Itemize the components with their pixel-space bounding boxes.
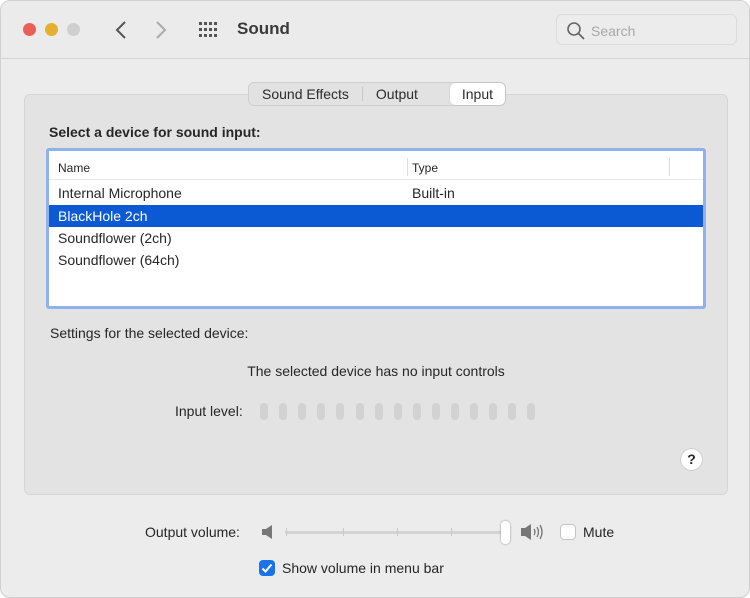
input-level-segment bbox=[393, 403, 402, 420]
device-name: Internal Microphone bbox=[58, 185, 182, 201]
input-level-segment bbox=[412, 403, 421, 420]
show-volume-checkbox[interactable] bbox=[259, 560, 275, 576]
input-level-segment bbox=[527, 403, 536, 420]
input-level-segment bbox=[317, 403, 326, 420]
volume-slider-knob[interactable] bbox=[501, 521, 510, 544]
output-volume-label: Output volume: bbox=[145, 524, 240, 540]
column-divider bbox=[407, 158, 408, 176]
input-level-segment bbox=[298, 403, 307, 420]
table-row[interactable]: Soundflower (2ch) bbox=[49, 227, 703, 249]
table-row[interactable]: Internal Microphone Built-in bbox=[49, 182, 703, 204]
tab-bar: Sound Effects Output Input bbox=[248, 82, 506, 106]
device-name: Soundflower (2ch) bbox=[58, 230, 172, 246]
back-chevron-icon[interactable] bbox=[114, 20, 128, 40]
input-level-segment bbox=[374, 403, 383, 420]
device-name: Soundflower (64ch) bbox=[58, 252, 180, 268]
window-title: Sound bbox=[237, 19, 290, 38]
zoom-button[interactable] bbox=[67, 23, 80, 36]
speaker-high-icon bbox=[521, 524, 543, 540]
search-icon bbox=[567, 22, 585, 40]
table-row-selected[interactable]: BlackHole 2ch bbox=[49, 205, 703, 227]
mute-checkbox[interactable] bbox=[560, 524, 576, 540]
search-placeholder: Search bbox=[591, 23, 636, 39]
slider-tick bbox=[451, 528, 452, 536]
sound-preferences-window: Sound Search Sound Effects Output Input … bbox=[0, 0, 750, 598]
no-controls-message: The selected device has no input control… bbox=[247, 363, 505, 379]
table-header: Name Type bbox=[49, 156, 703, 180]
close-button[interactable] bbox=[23, 23, 36, 36]
column-divider bbox=[669, 158, 670, 176]
mute-label: Mute bbox=[583, 524, 615, 540]
device-type: Built-in bbox=[412, 185, 455, 201]
slider-tick bbox=[286, 528, 287, 536]
minimize-button[interactable] bbox=[45, 23, 58, 36]
input-level-segment bbox=[336, 403, 345, 420]
slider-tick bbox=[397, 528, 398, 536]
input-level-segment bbox=[279, 403, 288, 420]
volume-slider-track[interactable] bbox=[285, 531, 507, 534]
titlebar: Sound Search bbox=[1, 1, 749, 59]
input-level-segment bbox=[508, 403, 517, 420]
slider-tick bbox=[343, 528, 344, 536]
tab-input[interactable]: Input bbox=[449, 83, 505, 105]
table-row[interactable]: Soundflower (64ch) bbox=[49, 249, 703, 271]
input-level-segment bbox=[489, 403, 498, 420]
column-header-type[interactable]: Type bbox=[412, 161, 438, 175]
help-button[interactable]: ? bbox=[680, 448, 703, 471]
device-name: BlackHole 2ch bbox=[58, 208, 148, 224]
input-device-table: Name Type Internal Microphone Built-in Bl… bbox=[46, 148, 706, 309]
search-field[interactable]: Search bbox=[556, 14, 737, 45]
speaker-low-icon bbox=[262, 525, 272, 539]
tab-sound-effects[interactable]: Sound Effects bbox=[249, 83, 362, 105]
forward-chevron-icon[interactable] bbox=[154, 20, 168, 40]
input-level-segment bbox=[451, 403, 459, 420]
input-level-segment bbox=[431, 403, 440, 420]
tab-output[interactable]: Output bbox=[363, 83, 431, 105]
help-icon: ? bbox=[687, 451, 696, 467]
input-level-segment bbox=[470, 403, 479, 420]
column-header-name[interactable]: Name bbox=[58, 161, 90, 175]
show-volume-label: Show volume in menu bar bbox=[282, 560, 444, 576]
settings-label: Settings for the selected device: bbox=[50, 325, 249, 341]
show-all-grid-icon[interactable] bbox=[199, 22, 219, 38]
checkmark-icon bbox=[261, 563, 273, 573]
input-level-label: Input level: bbox=[175, 403, 243, 419]
input-level-segment bbox=[260, 403, 268, 420]
input-level-segment bbox=[355, 403, 364, 420]
device-heading: Select a device for sound input: bbox=[49, 124, 261, 140]
